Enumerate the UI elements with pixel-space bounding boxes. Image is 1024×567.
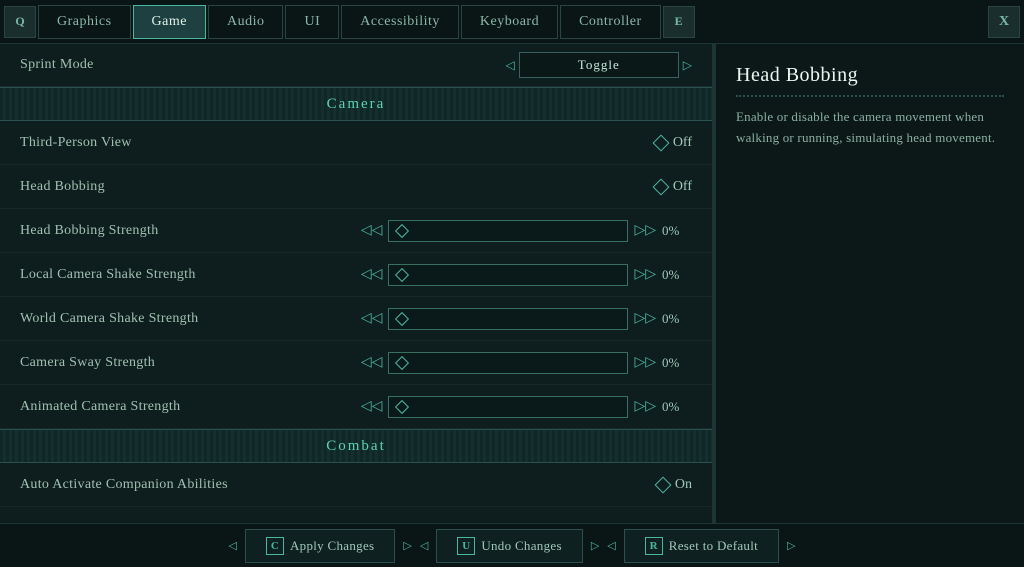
local-camera-shake-value: 0% <box>662 267 692 283</box>
slider-right-arrows[interactable]: ▷▷ <box>634 222 656 239</box>
undo-changes-label: Undo Changes <box>481 538 562 554</box>
reset-to-default-label: Reset to Default <box>669 538 758 554</box>
slider-left-arrow-4[interactable]: ◁◁ <box>361 354 383 371</box>
camera-section-header: Camera <box>0 87 712 121</box>
slider-right-arrows-4[interactable]: ▷▷ <box>634 354 656 371</box>
slider-left-arrow[interactable]: ◁◁ <box>361 222 383 239</box>
bottom-action-bar: ◁ C Apply Changes ▷ ◁ U Undo Changes ▷ ◁… <box>0 523 1024 567</box>
undo-changes-button[interactable]: U Undo Changes <box>436 529 583 563</box>
third-person-view-control[interactable]: Off <box>655 135 692 151</box>
diamond-on-icon <box>654 476 671 493</box>
third-person-view-label: Third-Person View <box>20 135 655 151</box>
tab-game[interactable]: Game <box>133 5 206 39</box>
world-camera-shake-value: 0% <box>662 311 692 327</box>
info-panel-title: Head Bobbing <box>736 64 1004 97</box>
slider-thumb-3 <box>395 311 409 325</box>
apply-key-badge: C <box>266 537 284 555</box>
sprint-mode-control[interactable]: ◁ Toggle ▷ <box>506 52 692 78</box>
world-camera-shake-row[interactable]: World Camera Shake Strength ◁◁ ▷▷ 0% <box>0 297 712 341</box>
undo-chevron-left: ◁ <box>420 539 428 552</box>
world-camera-shake-control[interactable]: ◁◁ ▷▷ 0% <box>361 308 692 330</box>
head-bobbing-strength-row[interactable]: Head Bobbing Strength ◁◁ ▷▷ 0% <box>0 209 712 253</box>
toggle-right-arrow[interactable]: ▷ <box>683 58 692 73</box>
undo-key-badge: U <box>457 537 475 555</box>
main-content: Sprint Mode ◁ Toggle ▷ Camera Third-Pers… <box>0 44 1024 523</box>
slider-track-5[interactable] <box>388 396 628 418</box>
toggle-left-arrow[interactable]: ◁ <box>506 58 515 73</box>
slider-left-arrow-3[interactable]: ◁◁ <box>361 310 383 327</box>
head-bobbing-control[interactable]: Off <box>655 179 692 195</box>
camera-sway-row[interactable]: Camera Sway Strength ◁◁ ▷▷ 0% <box>0 341 712 385</box>
tab-controller[interactable]: Controller <box>560 5 661 39</box>
head-bobbing-strength-value: 0% <box>662 223 692 239</box>
top-navigation: Q Graphics Game Audio UI Accessibility K… <box>0 0 1024 44</box>
slider-left-arrow-2[interactable]: ◁◁ <box>361 266 383 283</box>
sprint-mode-label: Sprint Mode <box>20 57 506 73</box>
slider-track-4[interactable] <box>388 352 628 374</box>
world-camera-shake-label: World Camera Shake Strength <box>20 311 361 327</box>
sprint-mode-value: Toggle <box>519 52 679 78</box>
slider-thumb-5 <box>395 399 409 413</box>
reset-chevron-left: ◁ <box>607 539 615 552</box>
reset-to-default-button[interactable]: R Reset to Default <box>624 529 779 563</box>
info-panel-description: Enable or disable the camera movement wh… <box>736 107 1004 149</box>
tab-accessibility[interactable]: Accessibility <box>341 5 459 39</box>
slider-right-arrows-5[interactable]: ▷▷ <box>634 398 656 415</box>
close-button[interactable]: X <box>988 6 1020 38</box>
slider-thumb <box>395 223 409 237</box>
slider-left-arrow-5[interactable]: ◁◁ <box>361 398 383 415</box>
settings-panel[interactable]: Sprint Mode ◁ Toggle ▷ Camera Third-Pers… <box>0 44 714 523</box>
local-camera-shake-label: Local Camera Shake Strength <box>20 267 361 283</box>
apply-chevron-right: ▷ <box>403 539 411 552</box>
apply-changes-button[interactable]: C Apply Changes <box>245 529 395 563</box>
reset-key-badge: R <box>645 537 663 555</box>
local-camera-shake-control[interactable]: ◁◁ ▷▷ 0% <box>361 264 692 286</box>
combat-section-title: Combat <box>306 438 406 455</box>
combat-section-header: Combat <box>0 429 712 463</box>
diamond-off-icon-2 <box>652 178 669 195</box>
info-panel: Head Bobbing Enable or disable the camer… <box>714 44 1024 523</box>
animated-camera-value: 0% <box>662 399 692 415</box>
animated-camera-row[interactable]: Animated Camera Strength ◁◁ ▷▷ 0% <box>0 385 712 429</box>
slider-thumb-4 <box>395 355 409 369</box>
third-person-view-row[interactable]: Third-Person View Off <box>0 121 712 165</box>
slider-track-3[interactable] <box>388 308 628 330</box>
e-corner-button[interactable]: E <box>663 6 695 38</box>
local-camera-shake-row[interactable]: Local Camera Shake Strength ◁◁ ▷▷ 0% <box>0 253 712 297</box>
head-bobbing-label: Head Bobbing <box>20 179 655 195</box>
head-bobbing-strength-label: Head Bobbing Strength <box>20 223 361 239</box>
tab-graphics[interactable]: Graphics <box>38 5 131 39</box>
tab-audio[interactable]: Audio <box>208 5 284 39</box>
auto-activate-companion-control[interactable]: On <box>657 477 692 493</box>
head-bobbing-row[interactable]: Head Bobbing Off <box>0 165 712 209</box>
head-bobbing-value: Off <box>673 179 692 195</box>
head-bobbing-strength-control[interactable]: ◁◁ ▷▷ 0% <box>361 220 692 242</box>
slider-thumb-2 <box>395 267 409 281</box>
animated-camera-control[interactable]: ◁◁ ▷▷ 0% <box>361 396 692 418</box>
camera-sway-control[interactable]: ◁◁ ▷▷ 0% <box>361 352 692 374</box>
apply-chevron-left: ◁ <box>228 539 236 552</box>
camera-sway-value: 0% <box>662 355 692 371</box>
q-corner-button[interactable]: Q <box>4 6 36 38</box>
reset-chevron-right: ▷ <box>787 539 795 552</box>
apply-changes-label: Apply Changes <box>290 538 374 554</box>
third-person-view-value: Off <box>673 135 692 151</box>
camera-sway-label: Camera Sway Strength <box>20 355 361 371</box>
undo-chevron-right: ▷ <box>591 539 599 552</box>
camera-section-title: Camera <box>307 96 406 113</box>
slider-track[interactable] <box>388 220 628 242</box>
tab-keyboard[interactable]: Keyboard <box>461 5 558 39</box>
auto-activate-companion-row[interactable]: Auto Activate Companion Abilities On <box>0 463 712 507</box>
auto-activate-companion-value: On <box>675 477 692 493</box>
animated-camera-label: Animated Camera Strength <box>20 399 361 415</box>
slider-right-arrows-2[interactable]: ▷▷ <box>634 266 656 283</box>
slider-track-2[interactable] <box>388 264 628 286</box>
sprint-mode-row: Sprint Mode ◁ Toggle ▷ <box>0 44 712 87</box>
slider-right-arrows-3[interactable]: ▷▷ <box>634 310 656 327</box>
diamond-off-icon <box>652 134 669 151</box>
auto-activate-companion-label: Auto Activate Companion Abilities <box>20 477 657 493</box>
tab-ui[interactable]: UI <box>285 5 339 39</box>
